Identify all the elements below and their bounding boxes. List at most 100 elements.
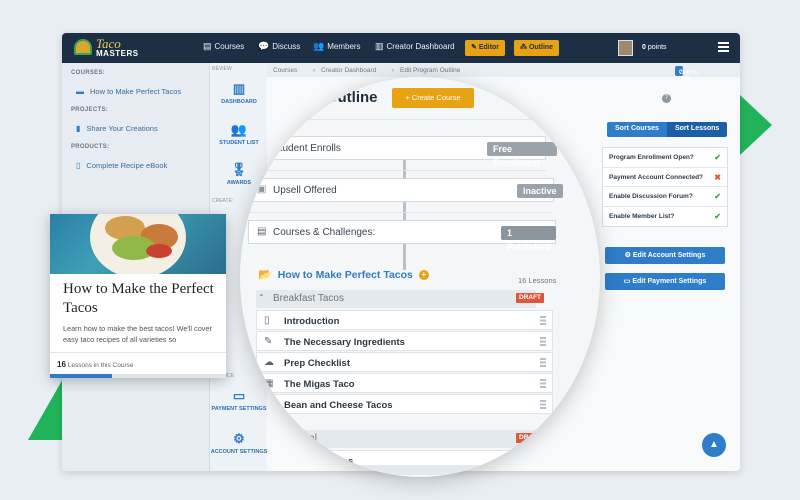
video-icon: ▦: [264, 378, 274, 389]
download-icon: ☁: [264, 357, 274, 368]
drag-handle-icon[interactable]: [540, 358, 546, 367]
pencil-icon: ✎: [264, 336, 273, 347]
edit-payment-settings-button[interactable]: ▭ Edit Payment Settings: [605, 273, 725, 290]
lesson-row[interactable]: ▦ Bean and Cheese Tacos: [256, 394, 553, 414]
stage-label: Courses & Challenges:: [273, 227, 376, 238]
hamburger-menu-icon[interactable]: [718, 42, 729, 52]
draft-badge: DRAFT: [516, 293, 545, 303]
briefcase-icon: ▮: [76, 124, 81, 133]
course-card[interactable]: How to Make the Perfect Tacos Learn how …: [50, 214, 226, 378]
stage-badge: Free Enrollment: [487, 142, 557, 168]
edit-account-settings-button[interactable]: ⚙ Edit Account Settings: [605, 247, 725, 264]
x-icon: ✖: [714, 172, 721, 182]
flow-connector: [403, 160, 406, 270]
check-icon: ✔: [714, 153, 721, 162]
products-heading: PRODUCTS:: [71, 144, 110, 150]
document-icon: ▯: [264, 315, 270, 326]
checklist-label: Enable Discussion Forum?: [609, 193, 693, 200]
create-course-button[interactable]: + Create Course: [392, 88, 474, 108]
edit-payment-label: Edit Payment Settings: [632, 278, 707, 285]
create-heading: CREATE:: [212, 198, 234, 204]
lesson-row[interactable]: ▦ The Migas Taco: [256, 373, 553, 393]
sort-courses-button[interactable]: Sort Courses: [607, 122, 667, 137]
card-description: Learn how to make the best tacos! We'll …: [63, 324, 212, 344]
sidebar-item-label: How to Make Perfect Tacos: [90, 87, 182, 96]
chevron-up-icon[interactable]: ⌃: [258, 293, 265, 302]
card-progress-bar: [50, 374, 226, 378]
nav-discuss-label: Discuss: [272, 42, 301, 51]
nav-discuss[interactable]: 💬 Discuss: [258, 41, 300, 52]
checklist-row: Program Enrollment Open? ✔: [603, 148, 727, 168]
outline-help-label: Outline Help: [679, 70, 699, 82]
card-title: How to Make the Perfect Tacos: [63, 281, 214, 316]
drag-handle-icon[interactable]: [540, 337, 546, 346]
checklist-row: Enable Member List? ✔: [603, 207, 727, 227]
avatar[interactable]: [618, 40, 633, 56]
edit-account-label: Edit Account Settings: [632, 252, 706, 259]
lesson-title: Prep Checklist: [284, 358, 350, 369]
outline-help-button[interactable]: ? Outline Help: [675, 66, 698, 82]
taco-masters-logo[interactable]: Taco MASTERS: [74, 36, 144, 59]
lessons-count: 16 Lessons: [518, 276, 557, 285]
stage-student-enrolls[interactable]: Student Enrolls Free Enrollment: [258, 136, 557, 168]
points-value: 0: [642, 44, 646, 51]
breadcrumb-courses[interactable]: Courses: [273, 67, 297, 74]
lesson-title: Introduction: [284, 316, 340, 327]
lesson-row[interactable]: ✎ The Necessary Ingredients: [256, 331, 553, 351]
chapter-additional[interactable]: Additional DRAFT: [256, 430, 545, 448]
stage-upsell-offered[interactable]: ▣ Upsell Offered Inactive: [250, 178, 563, 202]
card-footer: 16 Lessons in this Course: [50, 352, 226, 374]
nav-creator-dashboard[interactable]: ▥ Creator Dashboard: [375, 41, 455, 52]
people-icon: 👥: [313, 41, 325, 51]
lesson-row[interactable]: ☁ Prep Checklist: [256, 352, 553, 372]
points-label: points: [647, 44, 667, 51]
settings-checklist: Program Enrollment Open? ✔ Payment Accoun…: [602, 147, 728, 227]
projects-heading: PROJECTS:: [71, 107, 109, 113]
sort-button-group: Sort Courses Sort Lessons: [607, 122, 728, 137]
add-chapter-icon[interactable]: +: [418, 269, 429, 280]
decorative-triangle-right: [740, 95, 772, 155]
magnified-outline: Climb Outline + Create Course Student En…: [240, 77, 600, 477]
courses-heading: COURSES:: [71, 70, 106, 76]
breadcrumb-separator: ›: [313, 67, 316, 74]
points-counter: 0 points: [642, 44, 667, 51]
nav-members[interactable]: 👥 Members: [313, 41, 361, 52]
sidebar-item-label: Complete Recipe eBook: [86, 161, 168, 170]
course-title-link[interactable]: 📂 How to Make Perfect Tacos +: [258, 268, 429, 281]
chapter-fusion[interactable]: Fusion DRAFT: [292, 465, 528, 475]
taco-icon: [74, 39, 92, 55]
breadcrumb: Courses › Creator Dashboard › Edit Progr…: [267, 63, 740, 82]
page-title: Climb Outline: [280, 89, 378, 106]
editor-button[interactable]: ✎ Editor: [465, 40, 506, 56]
mountain-action-button[interactable]: ▲: [702, 433, 726, 457]
nav-courses[interactable]: ▤ Courses: [203, 41, 244, 52]
breadcrumb-creator-dashboard[interactable]: Creator Dashboard: [321, 67, 376, 74]
lesson-title: The Migas Taco: [284, 379, 355, 390]
checklist-label: Program Enrollment Open?: [609, 154, 694, 161]
chat-icon: 💬: [258, 41, 270, 51]
stage-label: Upsell Offered: [273, 185, 337, 196]
chapter-breakfast-tacos[interactable]: ⌃ Breakfast Tacos DRAFT: [256, 290, 545, 308]
ebook-icon: ▯: [76, 161, 81, 170]
drag-handle-icon[interactable]: [540, 379, 546, 388]
checklist-label: Payment Account Connected?: [609, 173, 704, 181]
draft-badge: DRAFT: [516, 433, 545, 443]
stage-badge: Inactive: [517, 184, 563, 198]
sidebar-item-project[interactable]: ▮ Share Your Creations: [76, 124, 158, 133]
book-icon: ▤: [203, 41, 212, 51]
lesson-row[interactable]: ▯ Introduction: [256, 310, 553, 330]
course-list-icon: ▤: [257, 226, 267, 237]
help-question-icon[interactable]: ?: [662, 94, 671, 103]
stage-courses-challenges[interactable]: ▤ Courses & Challenges: 1 Published: [248, 220, 556, 252]
checklist-row: Enable Discussion Forum? ✔: [603, 187, 727, 207]
sidebar-item-course[interactable]: ▬ How to Make Perfect Tacos: [76, 87, 181, 96]
drag-handle-icon[interactable]: [540, 316, 546, 325]
outline-label: Outline: [528, 44, 554, 51]
drag-handle-icon[interactable]: [540, 400, 546, 409]
sort-lessons-button[interactable]: Sort Lessons: [666, 122, 728, 137]
review-heading: REVIEW: [212, 66, 232, 72]
chapter-name: Breakfast Tacos: [273, 293, 344, 304]
sidebar-item-product[interactable]: ▯ Complete Recipe eBook: [76, 161, 167, 170]
outline-button[interactable]: ⁂ Outline: [514, 40, 560, 56]
divider: [248, 212, 552, 213]
